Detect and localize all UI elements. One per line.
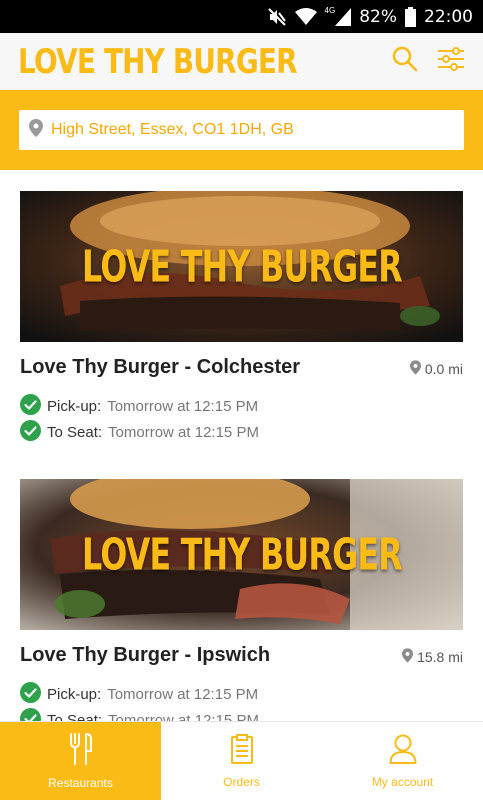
distance-value: 15.8 mi — [417, 649, 463, 665]
restaurant-banner-logo: LOVE THY BURGER — [82, 241, 403, 292]
slot-label: To Seat: — [47, 424, 103, 441]
fork-knife-icon — [69, 732, 93, 770]
nav-my-account[interactable]: My account — [322, 722, 483, 800]
restaurant-list: LOVE THY BURGER Love Thy Burger - Colche… — [0, 170, 483, 721]
restaurant-distance: 15.8 mi — [402, 648, 463, 666]
pickup-slot: Pick-up: Tomorrow at 12:15 PM — [20, 394, 258, 419]
location-band: High Street, Essex, CO1 1DH, GB — [0, 90, 483, 170]
user-icon — [389, 734, 417, 769]
to-seat-slot: To Seat: Tomorrow at 12:15 PM — [20, 708, 259, 721]
pickup-slot: Pick-up: Tomorrow at 12:15 PM — [20, 682, 258, 707]
location-input[interactable]: High Street, Essex, CO1 1DH, GB — [19, 110, 464, 150]
slot-time: Tomorrow at 12:15 PM — [107, 398, 259, 415]
check-circle-icon — [20, 682, 41, 707]
restaurant-banner-logo: LOVE THY BURGER — [82, 529, 403, 580]
restaurant-distance: 0.0 mi — [409, 360, 463, 378]
battery-percent: 82% — [359, 6, 397, 27]
map-pin-icon — [402, 648, 414, 666]
to-seat-slot: To Seat: Tomorrow at 12:15 PM — [20, 420, 259, 445]
network-type: 4G — [324, 6, 336, 15]
check-circle-icon — [20, 394, 41, 419]
cellular-signal-icon: 4G — [324, 6, 352, 26]
slot-time: Tomorrow at 12:15 PM — [108, 424, 259, 441]
app-header: LOVE THY BURGER — [0, 33, 483, 90]
header-actions — [389, 43, 467, 75]
slot-time: Tomorrow at 12:15 PM — [107, 686, 259, 703]
nav-label: Restaurants — [48, 775, 113, 790]
restaurant-card-colchester[interactable]: LOVE THY BURGER Love Thy Burger - Colche… — [20, 191, 463, 441]
nav-label: My account — [371, 774, 434, 789]
search-icon[interactable] — [389, 43, 421, 75]
slot-label: To Seat: — [47, 712, 103, 721]
map-pin-icon — [29, 118, 43, 142]
map-pin-icon — [409, 360, 421, 378]
restaurant-card-ipswich[interactable]: LOVE THY BURGER Love Thy Burger - Ipswic… — [20, 479, 463, 721]
nav-orders[interactable]: Orders — [161, 722, 322, 800]
slot-label: Pick-up: — [47, 686, 102, 703]
nav-restaurants[interactable]: Restaurants — [0, 722, 161, 800]
location-address: High Street, Essex, CO1 1DH, GB — [51, 121, 294, 138]
check-circle-icon — [20, 708, 41, 721]
wifi-icon — [294, 7, 317, 26]
restaurant-banner-image: LOVE THY BURGER — [20, 479, 463, 630]
mute-icon — [267, 7, 287, 27]
clock: 22:00 — [424, 6, 473, 27]
check-circle-icon — [20, 420, 41, 445]
app-logo-title: LOVE THY BURGER — [18, 41, 298, 82]
receipt-icon — [230, 733, 254, 769]
slot-time: Tomorrow at 12:15 PM — [108, 712, 259, 721]
restaurant-name[interactable]: Love Thy Burger - Ipswich — [20, 644, 270, 667]
battery-icon — [405, 6, 416, 27]
status-bar: 4G 82% 22:00 — [0, 0, 483, 33]
distance-value: 0.0 mi — [424, 361, 463, 377]
sliders-icon[interactable] — [435, 43, 467, 75]
restaurant-name[interactable]: Love Thy Burger - Colchester — [20, 356, 300, 379]
restaurant-banner-image: LOVE THY BURGER — [20, 191, 463, 342]
bottom-nav: Restaurants Orders My account — [0, 721, 483, 800]
nav-label: Orders — [223, 774, 260, 789]
slot-label: Pick-up: — [47, 398, 102, 415]
